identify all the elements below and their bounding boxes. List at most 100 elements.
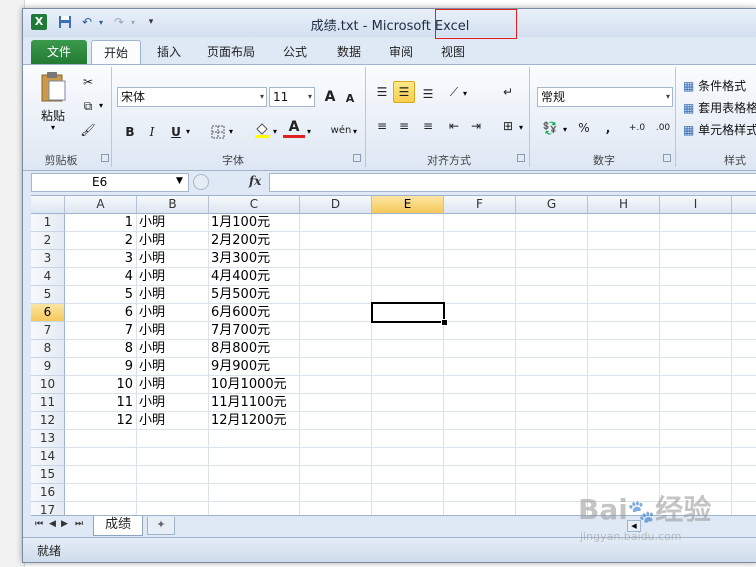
borders-icon[interactable] [207,121,229,143]
increase-decimal-button[interactable]: +.0 [625,117,649,139]
formula-bar-splitter[interactable] [193,174,209,190]
phonetic-dropdown-icon[interactable]: ▾ [353,127,357,136]
row-header[interactable]: 13 [31,430,65,448]
currency-dropdown-icon[interactable]: ▾ [563,125,567,134]
paste-icon[interactable] [39,71,69,103]
tab-insert[interactable]: 插入 [145,40,193,64]
alignment-launcher-icon[interactable] [517,154,525,162]
cell-a12[interactable]: 12 [65,412,133,430]
conditional-format-button[interactable]: ▦ 条件格式 [683,77,756,95]
cell-a6[interactable]: 6 [65,304,133,322]
column-header[interactable]: E [372,196,444,214]
merge-center-icon[interactable]: ⊞ [497,115,519,137]
cell-a4[interactable]: 4 [65,268,133,286]
row-header[interactable]: 1 [31,214,65,232]
paste-button[interactable]: 粘贴 [41,107,65,124]
cell-a10[interactable]: 10 [65,376,133,394]
cell-b10[interactable]: 小明 [139,376,207,394]
cell-c2[interactable]: 2月200元 [211,232,299,250]
cut-icon[interactable]: ✂ [77,71,99,93]
align-top-icon[interactable]: ☰ [371,81,393,103]
column-header[interactable] [732,196,756,214]
cell-a9[interactable]: 9 [65,358,133,376]
column-header[interactable]: C [209,196,300,214]
cell-a5[interactable]: 5 [65,286,133,304]
align-center-icon[interactable]: ≡ [393,115,415,137]
cell-c8[interactable]: 8月800元 [211,340,299,358]
cell-styles-button[interactable]: ▦ 单元格样式 [683,121,756,139]
last-sheet-icon[interactable]: ⏭ [75,519,83,529]
percent-button[interactable]: % [573,117,595,139]
borders-dropdown-icon[interactable]: ▾ [229,127,233,136]
name-box[interactable]: E6 ▼ [31,173,189,192]
align-bottom-icon[interactable]: ☰ [417,83,439,105]
tab-review[interactable]: 审阅 [379,40,423,64]
comma-button[interactable]: , [597,117,619,139]
font-color-button[interactable]: A [283,118,305,138]
cell-b8[interactable]: 小明 [139,340,207,358]
cell-b11[interactable]: 小明 [139,394,207,412]
paste-dropdown-icon[interactable]: ▾ [51,123,55,132]
cell-a7[interactable]: 7 [65,322,133,340]
wrap-text-icon[interactable]: ↵ [497,81,519,103]
cell-c9[interactable]: 9月900元 [211,358,299,376]
cell-b5[interactable]: 小明 [139,286,207,304]
row-header[interactable]: 6 [31,304,65,322]
fill-color-dropdown-icon[interactable]: ▾ [273,127,277,136]
font-size-combo[interactable]: 11 ▾ [269,87,315,107]
grow-font-button[interactable]: A [319,86,341,108]
bold-button[interactable]: B [119,121,141,143]
cell-a11[interactable]: 11 [65,394,133,412]
phonetic-button[interactable]: wén [327,119,355,141]
underline-dropdown-icon[interactable]: ▾ [186,127,190,136]
merge-dropdown-icon[interactable]: ▾ [519,123,523,132]
row-header[interactable]: 8 [31,340,65,358]
cell-c6[interactable]: 6月600元 [211,304,299,322]
row-header[interactable]: 11 [31,394,65,412]
font-color-dropdown-icon[interactable]: ▾ [307,127,311,136]
insert-function-button[interactable]: fx [249,174,261,188]
number-launcher-icon[interactable] [663,154,671,162]
cell-b1[interactable]: 小明 [139,214,207,232]
row-header[interactable]: 15 [31,466,65,484]
orientation-icon[interactable]: ⟋ [443,81,465,103]
cell-b2[interactable]: 小明 [139,232,207,250]
format-as-table-button[interactable]: ▦ 套用表格格 [683,99,756,117]
cell-b3[interactable]: 小明 [139,250,207,268]
copy-dropdown-icon[interactable]: ▾ [99,101,103,110]
row-header[interactable]: 17 [31,502,65,516]
fill-handle[interactable] [441,319,448,326]
decrease-indent-icon[interactable]: ⇤ [443,115,465,137]
cell-b9[interactable]: 小明 [139,358,207,376]
active-cell-e6[interactable] [371,302,445,323]
row-header[interactable]: 16 [31,484,65,502]
tab-view[interactable]: 视图 [431,40,475,64]
formula-input[interactable] [269,173,756,192]
insert-sheet-icon[interactable]: ✦ [147,517,175,535]
italic-button[interactable]: I [141,121,163,143]
fill-color-icon[interactable] [251,119,273,141]
cell-c3[interactable]: 3月300元 [211,250,299,268]
row-header[interactable]: 9 [31,358,65,376]
next-sheet-icon[interactable]: ▶ [61,519,68,529]
row-header[interactable]: 2 [31,232,65,250]
cell-b6[interactable]: 小明 [139,304,207,322]
currency-icon[interactable]: 💱 [539,117,561,139]
column-header[interactable]: H [588,196,660,214]
underline-button[interactable]: U [165,121,187,143]
cell-c11[interactable]: 11月1100元 [211,394,299,412]
sheet-tab[interactable]: 成绩 [93,516,143,536]
row-header[interactable]: 7 [31,322,65,340]
align-left-icon[interactable]: ≡ [371,115,393,137]
decrease-decimal-button[interactable]: .00 [651,117,675,139]
increase-indent-icon[interactable]: ⇥ [465,115,487,137]
column-header[interactable]: F [444,196,516,214]
align-middle-icon[interactable]: ☰ [393,81,415,103]
row-header[interactable]: 4 [31,268,65,286]
format-painter-icon[interactable]: 🖌 [77,119,99,141]
cell-c1[interactable]: 1月100元 [211,214,299,232]
cell-a3[interactable]: 3 [65,250,133,268]
orientation-dropdown-icon[interactable]: ▾ [463,89,467,98]
cell-a1[interactable]: 1 [65,214,133,232]
column-header[interactable]: D [300,196,372,214]
